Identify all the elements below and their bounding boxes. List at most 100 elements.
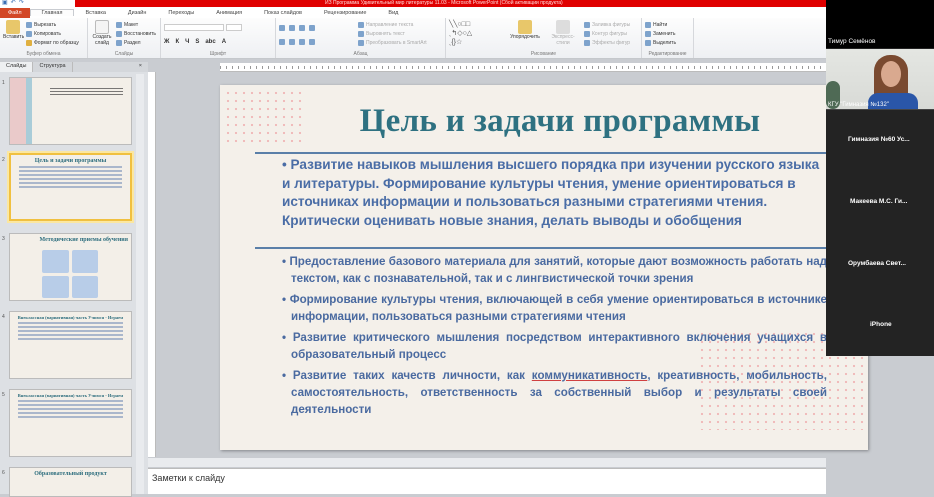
slide-thumbnail-3[interactable]: Методические приемы обучения [9, 233, 132, 301]
participant-name: Гимназия №60 Ус... [848, 136, 910, 143]
justify-icon[interactable] [309, 38, 315, 45]
smartart-button[interactable]: Преобразовать в SmartArt [358, 38, 427, 47]
redo-icon[interactable]: ↷ [19, 0, 24, 7]
bold-icon[interactable]: Ж [164, 39, 169, 45]
effects-icon [584, 39, 590, 46]
notes-pane[interactable]: Заметки к слайду [148, 468, 826, 494]
notes-placeholder: Заметки к слайду [152, 473, 225, 483]
tab-home[interactable]: Главная [29, 9, 75, 16]
tab-review[interactable]: Рецензирование [313, 10, 377, 16]
reset-label: Восстановить [124, 30, 157, 37]
close-panel-icon[interactable]: × [133, 62, 148, 72]
brush-icon [26, 39, 32, 46]
save-icon[interactable]: ▣ [2, 0, 8, 7]
thumbnail-title: Методические приемы обучения [39, 237, 128, 243]
slide-number: 2 [2, 157, 5, 163]
participant-name: Макеева М.С. Ги... [850, 198, 908, 205]
text-direction-button[interactable]: Направление текста [358, 20, 427, 29]
copy-icon [26, 30, 32, 37]
slide-thumbnail-2[interactable]: Цель и задачи программы [9, 153, 132, 221]
reset-button[interactable]: Восстановить [116, 29, 156, 38]
spellcheck-word: коммуникативность [531, 369, 648, 382]
italic-icon[interactable]: К [175, 39, 179, 45]
outline-icon [584, 30, 590, 37]
divider [255, 247, 868, 249]
line-spacing-icon[interactable] [309, 24, 315, 31]
tab-outline[interactable]: Структура [33, 62, 73, 72]
participant-video[interactable] [826, 49, 934, 109]
tab-view[interactable]: Вид [377, 10, 409, 16]
main-bullet: • Развитие навыков мышления высшего поря… [282, 157, 820, 228]
format-painter-label: Формат по образцу [34, 39, 79, 46]
tab-insert[interactable]: Вставка [74, 10, 116, 16]
replace-button[interactable]: Заменить [645, 29, 690, 38]
copy-button[interactable]: Копировать [26, 29, 79, 38]
group-slides: Создать слайд Макет Восстановить Раздел … [88, 18, 161, 58]
thumbnail-title: Цель и задачи программы [34, 158, 107, 164]
bullet-item: • Предоставление базового материала для … [282, 255, 828, 285]
video-participants-panel: Тимур Семёнов КГУ "Гимназия №132" Гимназ… [826, 0, 934, 356]
shape-outline-button[interactable]: Контур фигуры [584, 29, 630, 38]
align-left-icon[interactable] [279, 38, 285, 45]
decor-dots [224, 89, 304, 145]
find-button[interactable]: Найти [645, 20, 690, 29]
strike-icon[interactable]: abc [205, 39, 215, 45]
layout-button[interactable]: Макет [116, 20, 156, 29]
binoculars-icon [645, 21, 651, 28]
slide-canvas[interactable]: Цель и задачи программы • Развитие навык… [220, 85, 868, 450]
slide-thumbnail-4[interactable]: Внеклассная (вариативная) часть Учимся -… [9, 311, 132, 379]
new-slide-label: Создать слайд [92, 34, 112, 46]
tab-slideshow[interactable]: Показ слайдов [253, 10, 313, 16]
reset-icon [116, 30, 122, 37]
replace-icon [645, 30, 651, 37]
cursor-icon [645, 39, 651, 46]
slides-panel-scrollbar[interactable] [136, 74, 144, 494]
tab-transitions[interactable]: Переходы [157, 10, 205, 16]
bullets-icon[interactable] [279, 24, 285, 31]
underline-icon[interactable]: Ч [185, 39, 189, 45]
arrange-label: Упорядочить [510, 34, 540, 40]
bullet-item: • Развитие таких качеств личности, как к… [282, 369, 827, 416]
numbering-icon[interactable] [289, 24, 295, 31]
format-painter-button[interactable]: Формат по образцу [26, 38, 79, 47]
bullet-text: Предоставление базового материала для за… [289, 255, 828, 285]
smartart-icon [358, 39, 364, 46]
indent-icon[interactable] [299, 24, 305, 31]
undo-icon[interactable]: ↶ [11, 0, 16, 7]
align-text-button[interactable]: Выровнять текст [358, 29, 427, 38]
participant-name: iPhone [870, 321, 892, 328]
bullet-list: • Предоставление базового материала для … [282, 253, 827, 422]
align-right-icon[interactable] [299, 38, 305, 45]
shadow-icon[interactable]: S [195, 39, 199, 45]
tab-animations[interactable]: Анимация [205, 10, 253, 16]
font-color-icon[interactable]: A [222, 39, 226, 45]
font-name-select[interactable] [164, 24, 224, 31]
slide-number: 3 [2, 236, 5, 242]
shape-fill-button[interactable]: Заливка фигуры [584, 20, 630, 29]
group-label: Абзац [353, 51, 368, 57]
quick-styles-icon [556, 20, 570, 34]
section-button[interactable]: Раздел [116, 38, 156, 47]
font-size-select[interactable] [226, 24, 242, 31]
shape-effects-button[interactable]: Эффекты фигур [584, 38, 630, 47]
horizontal-scrollbar[interactable] [148, 458, 826, 467]
slide-thumbnail-1[interactable] [9, 77, 132, 145]
bullet-text: Развитие критического мышления посредств… [291, 331, 828, 361]
cut-button[interactable]: Вырезать [26, 20, 79, 29]
tab-slides[interactable]: Слайды [0, 62, 34, 72]
scissors-icon [26, 21, 32, 28]
select-button[interactable]: Выделить [645, 38, 690, 47]
tab-design[interactable]: Дизайн [117, 10, 158, 16]
thumbnail-title: Внеклассная (вариативная) часть Учимся -… [17, 393, 124, 398]
group-label: Буфер обмена [26, 51, 61, 57]
align-center-icon[interactable] [289, 38, 295, 45]
slide-thumbnail-6[interactable]: Образовательный продукт [9, 467, 132, 497]
shape-fill-label: Заливка фигуры [592, 21, 631, 28]
slide-thumbnail-5[interactable]: Внеклассная (вариативная) часть Учимся -… [9, 389, 132, 457]
tab-file[interactable]: Файл [0, 7, 30, 18]
slide-number: 4 [2, 314, 5, 320]
section-label: Раздел [124, 39, 141, 46]
align-text-icon [358, 30, 364, 37]
section-icon [116, 39, 122, 46]
horizontal-ruler [220, 63, 826, 72]
